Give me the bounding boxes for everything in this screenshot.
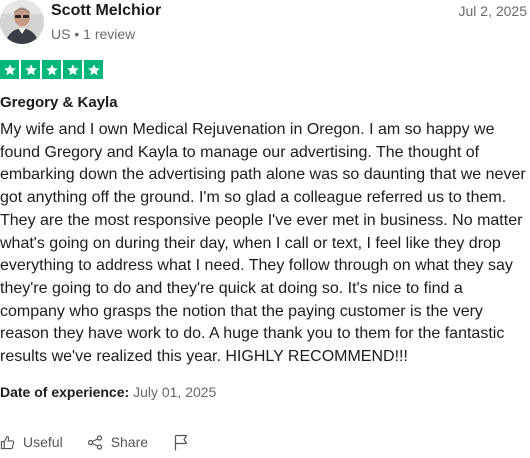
review-date: Jul 2, 2025 [458, 3, 528, 19]
flag-icon [174, 434, 188, 451]
share-label: Share [110, 434, 149, 450]
review-title[interactable]: Gregory & Kayla [0, 93, 118, 112]
date-of-experience-value: July 01, 2025 [133, 384, 217, 400]
star-icon [0, 60, 19, 79]
star-icon [84, 60, 103, 79]
useful-label: Useful [23, 434, 63, 450]
reviewer-meta: US • 1 review [51, 25, 135, 43]
meta-separator: • [74, 26, 80, 42]
avatar-photo [0, 0, 44, 44]
review-body: My wife and I own Medical Rejuvenation i… [0, 121, 526, 366]
review-count: 1 review [83, 26, 136, 42]
date-of-experience-label: Date of experience: [0, 384, 130, 400]
date-of-experience: Date of experience: July 01, 2025 [0, 383, 216, 401]
share-icon [87, 434, 103, 450]
reviewer-country: US [51, 26, 71, 42]
reviewer-name[interactable]: Scott Melchior [51, 1, 161, 21]
review-actions: Useful Share [0, 432, 188, 452]
thumbs-up-icon [0, 435, 15, 450]
report-button[interactable] [174, 434, 188, 451]
star-icon [21, 60, 40, 79]
useful-button[interactable]: Useful [0, 434, 63, 450]
share-button[interactable]: Share [87, 434, 148, 450]
avatar[interactable] [0, 0, 44, 44]
star-icon [63, 60, 82, 79]
star-icon [42, 60, 61, 79]
star-rating [0, 60, 103, 79]
